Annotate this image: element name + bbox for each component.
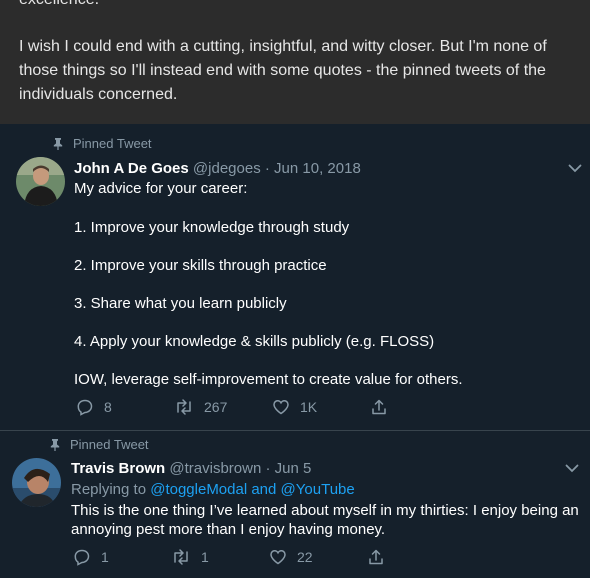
retweet-count: 1 [201, 549, 209, 565]
replying-to: Replying to @toggleModal and @YouTube [71, 481, 355, 498]
tweet-text-line: annoying pest more than I enjoy having m… [71, 521, 386, 538]
article-paragraph: excellence. [19, 0, 579, 12]
embedded-tweet[interactable]: Pinned Tweet Travis Brown @travisbrown ·… [0, 431, 590, 578]
reply-button[interactable]: 1 [73, 548, 171, 566]
page-bottom-edge [0, 578, 590, 586]
replying-and: and [251, 481, 277, 498]
tweet-text-line: 4. Apply your knowledge & skills publicl… [74, 333, 435, 350]
tweet-text-line: This is the one thing I’ve learned about… [71, 502, 579, 519]
like-icon [273, 400, 289, 415]
retweet-icon [177, 399, 191, 415]
avatar[interactable] [12, 458, 61, 507]
tweet-date[interactable]: Jun 5 [275, 460, 312, 477]
tweet-actions: 8 267 1K [76, 398, 468, 416]
mention-link[interactable]: @toggleModal [150, 481, 247, 498]
share-icon [369, 549, 383, 565]
avatar-image [12, 458, 61, 507]
share-icon [372, 399, 386, 415]
like-count: 22 [297, 549, 313, 565]
caret-down-icon[interactable] [565, 464, 579, 473]
reply-icon [74, 549, 90, 566]
tweet-text-line: 3. Share what you learn publicly [74, 295, 287, 312]
retweet-button[interactable]: 267 [174, 398, 272, 416]
author-name[interactable]: John A De Goes [74, 160, 189, 177]
header-separator: · [264, 160, 270, 177]
pin-icon [53, 137, 63, 150]
author-name[interactable]: Travis Brown [71, 460, 165, 477]
tweet-text-line: IOW, leverage self-improvement to create… [74, 371, 463, 388]
caret-down-icon[interactable] [568, 164, 582, 173]
replying-to-prefix: Replying to [71, 481, 147, 498]
embedded-tweet[interactable]: Pinned Tweet John A De Goes @jdegoes · J… [0, 124, 590, 431]
author-handle[interactable]: @travisbrown [169, 460, 261, 477]
author-handle[interactable]: @jdegoes [193, 160, 261, 177]
tweet-text-line: My advice for your career: [74, 180, 248, 197]
reply-count: 1 [101, 549, 109, 565]
pinned-indicator: Pinned Tweet [53, 136, 152, 151]
pinned-label: Pinned Tweet [73, 136, 152, 151]
like-button[interactable]: 22 [269, 548, 367, 566]
mention-link[interactable]: @YouTube [281, 481, 355, 498]
retweet-icon [174, 549, 188, 565]
header-separator: · [265, 460, 271, 477]
tweet-header: John A De Goes @jdegoes · Jun 10, 2018 [74, 160, 361, 177]
retweet-count: 267 [204, 399, 228, 415]
like-button[interactable]: 1K [272, 398, 370, 416]
avatar[interactable] [16, 157, 65, 206]
pin-icon [50, 438, 60, 451]
reply-count: 8 [104, 399, 112, 415]
like-count: 1K [300, 399, 318, 415]
reply-icon [77, 399, 93, 416]
pinned-label: Pinned Tweet [70, 437, 149, 452]
tweet-date[interactable]: Jun 10, 2018 [274, 160, 361, 177]
tweet-text-line: 2. Improve your skills through practice [74, 257, 327, 274]
share-button[interactable] [370, 398, 468, 416]
tweet-header: Travis Brown @travisbrown · Jun 5 [71, 460, 311, 477]
share-button[interactable] [367, 548, 465, 566]
retweet-button[interactable]: 1 [171, 548, 269, 566]
like-icon [270, 550, 286, 565]
article-excerpt: excellence. I wish I could end with a cu… [0, 0, 590, 124]
tweet-actions: 1 1 22 [73, 548, 465, 566]
tweet-text-line: 1. Improve your knowledge through study [74, 219, 350, 236]
article-paragraph: I wish I could end with a cutting, insig… [19, 38, 547, 103]
pinned-indicator: Pinned Tweet [50, 437, 149, 452]
avatar-image [16, 157, 65, 206]
reply-button[interactable]: 8 [76, 398, 174, 416]
